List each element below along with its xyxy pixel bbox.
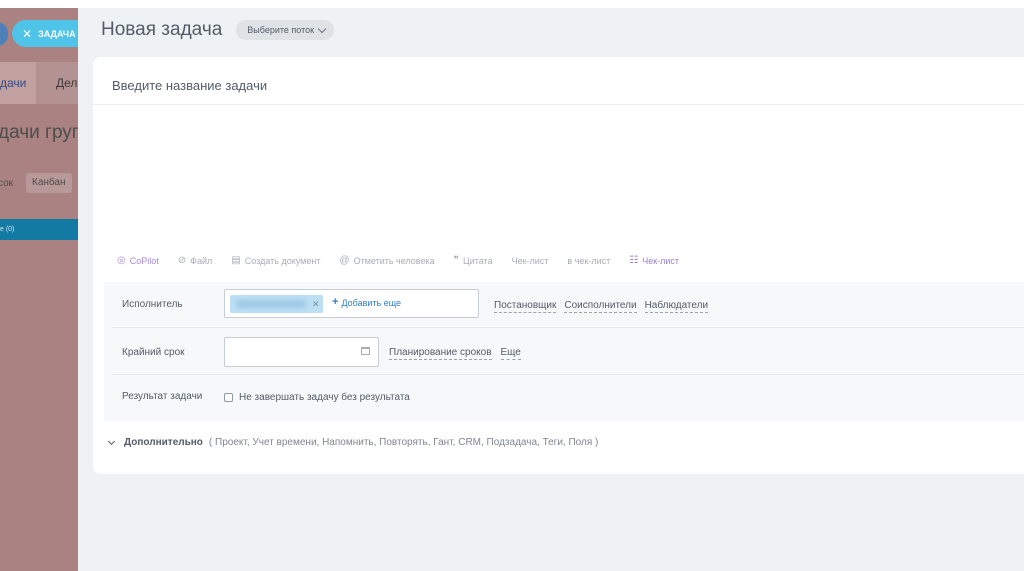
deadline-row: Крайний срок Планирование сроков Еще	[104, 328, 1024, 374]
quote-icon: ❞	[453, 255, 460, 266]
quote-button[interactable]: ❞ Цитата	[453, 255, 493, 267]
flow-select[interactable]: Выберите поток	[236, 20, 335, 40]
assignee-field[interactable]: ✕ + Добавить еще	[224, 289, 479, 318]
creator-link[interactable]: Постановщик	[494, 300, 557, 313]
quote-label: Цитата	[463, 256, 493, 266]
time-planning-link[interactable]: Планирование сроков	[389, 347, 492, 360]
top-strip	[78, 0, 1024, 8]
co-executors-link[interactable]: Соисполнители	[564, 300, 637, 313]
calendar-icon[interactable]	[361, 347, 370, 355]
result-label: Результат задачи	[122, 391, 203, 402]
checklist-icon: ☷	[629, 255, 639, 266]
copilot-button[interactable]: ◎ CoPilot	[117, 255, 159, 267]
new-task-slider: Новая задача Выберите поток ◎ CoPilot ⊘ …	[78, 0, 1024, 571]
chevron-down-icon	[317, 24, 327, 33]
assignee-row: Исполнитель ✕ + Добавить еще Постановщик…	[104, 282, 1024, 327]
copilot-icon: ◎	[117, 255, 126, 266]
role-links: Постановщик Соисполнители Наблюдатели	[494, 300, 709, 313]
more-link[interactable]: Еще	[500, 347, 521, 360]
background-page: ✕ ЗАДАЧА дачи Дела дачи групп сок Канбан…	[0, 0, 78, 571]
background-heading: дачи групп	[0, 122, 78, 143]
create-document-button[interactable]: ▤ Создать документ	[231, 255, 321, 267]
page-title: Новая задача	[101, 19, 223, 40]
close-icon: ✕	[22, 26, 33, 41]
to-checklist-label: в чек-лист	[567, 256, 611, 266]
paperclip-icon: ⊘	[177, 255, 187, 266]
checklist-label: Чек-лист	[511, 256, 549, 266]
background-top-strip	[0, 0, 78, 8]
to-checklist-button[interactable]: в чек-лист	[567, 256, 610, 266]
background-task-button: ✕ ЗАДАЧА	[12, 20, 78, 47]
background-avatar	[0, 22, 8, 46]
assignee-label: Исполнитель	[122, 299, 183, 310]
add-checklist-button[interactable]: ☷ Чек-лист	[629, 255, 680, 267]
observers-link[interactable]: Наблюдатели	[644, 300, 709, 313]
task-form-card: ◎ CoPilot ⊘ Файл ▤ Создать документ @ От…	[93, 57, 1024, 474]
result-row: Результат задачи Не завершать задачу без…	[104, 375, 1024, 421]
assignee-chip[interactable]: ✕	[230, 295, 323, 313]
plus-icon: +	[332, 296, 339, 308]
flow-select-label: Выберите поток	[247, 25, 315, 35]
file-label: Файл	[190, 256, 213, 266]
file-button[interactable]: ⊘ Файл	[177, 255, 213, 267]
mention-button[interactable]: @ Отметить человека	[339, 255, 435, 267]
assignee-name-redacted	[236, 300, 306, 308]
remove-assignee-icon[interactable]: ✕	[312, 299, 320, 310]
background-task-button-label: ЗАДАЧА	[38, 28, 76, 39]
create-document-label: Создать документ	[244, 256, 321, 266]
background-status-bar: е (0)	[0, 219, 78, 240]
require-result-option[interactable]: Не завершать задачу без результата	[224, 392, 410, 403]
deadline-input[interactable]	[224, 337, 379, 367]
add-assignee-label: Добавить еще	[341, 298, 402, 308]
require-result-label: Не завершать задачу без результата	[239, 392, 410, 403]
deadline-label: Крайний срок	[122, 347, 185, 358]
require-result-checkbox[interactable]	[224, 393, 233, 402]
additional-section-toggle[interactable]: Дополнительно ( Проект, Учет времени, На…	[107, 437, 599, 448]
chevron-down-icon	[107, 437, 116, 445]
task-properties: Исполнитель ✕ + Добавить еще Постановщик…	[104, 282, 1024, 421]
document-icon: ▤	[231, 255, 241, 266]
background-tab-tasks: дачи	[0, 76, 27, 90]
editor-toolbar: ◎ CoPilot ⊘ Файл ▤ Создать документ @ От…	[117, 255, 698, 267]
checklist-button[interactable]: Чек-лист	[512, 256, 549, 266]
at-icon: @	[339, 255, 350, 266]
title-divider	[93, 104, 1024, 105]
copilot-label: CoPilot	[129, 256, 159, 266]
background-view-kanban: Канбан	[26, 173, 72, 193]
deadline-links: Планирование сроков Еще	[389, 347, 521, 360]
add-checklist-label: Чек-лист	[642, 256, 680, 266]
additional-items: ( Проект, Учет времени, Напомнить, Повто…	[208, 437, 599, 448]
background-tabs: дачи Дела	[0, 62, 78, 104]
additional-title: Дополнительно	[124, 437, 203, 448]
background-view-list: сок	[0, 178, 14, 189]
background-tab-other: Дела	[56, 76, 78, 90]
task-title-input[interactable]	[112, 76, 992, 94]
add-assignee-button[interactable]: + Добавить еще	[332, 296, 402, 308]
slider-header: Новая задача Выберите поток	[101, 19, 335, 41]
mention-label: Отметить человека	[353, 256, 435, 266]
